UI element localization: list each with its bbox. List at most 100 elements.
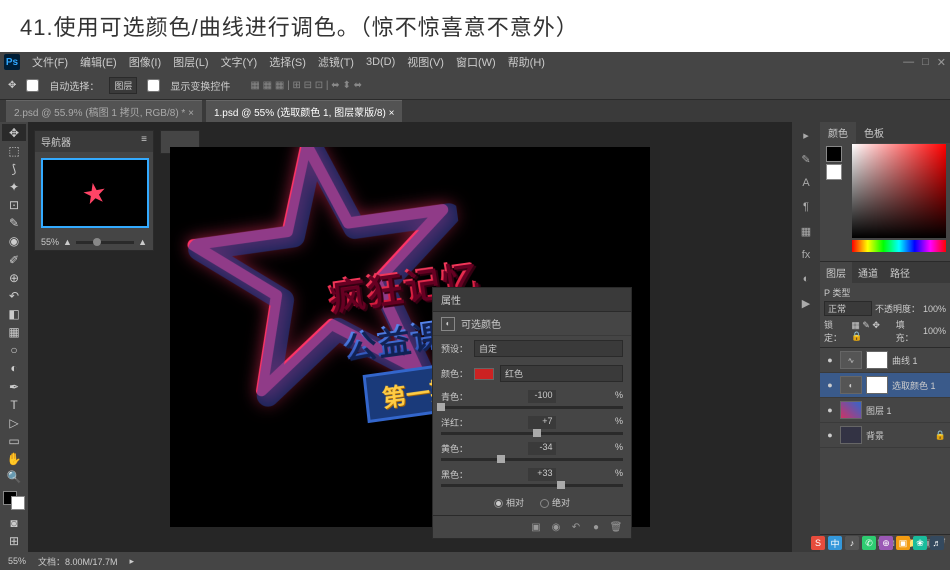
adjust-icon[interactable]: ◐ bbox=[797, 270, 815, 288]
close-icon[interactable]: ✕ bbox=[937, 56, 946, 69]
channels-tab[interactable]: 通道 bbox=[852, 262, 884, 283]
bg-color[interactable] bbox=[826, 164, 842, 180]
hand-tool[interactable]: ✋ bbox=[2, 451, 26, 468]
slider-青色：[interactable]: 青色：-100% bbox=[433, 386, 631, 412]
swatches-tab[interactable]: 色板 bbox=[856, 122, 892, 143]
dodge-tool[interactable]: ◐ bbox=[2, 360, 26, 377]
tray-icon[interactable]: ⊕ bbox=[879, 536, 893, 550]
history-brush-tool[interactable]: ↶ bbox=[2, 287, 26, 304]
preset-dropdown[interactable]: 自定 bbox=[474, 340, 623, 357]
eraser-tool[interactable]: ◧ bbox=[2, 305, 26, 322]
stamp-tool[interactable]: ⊕ bbox=[2, 269, 26, 286]
heal-tool[interactable]: ◉ bbox=[2, 233, 26, 250]
visibility-icon[interactable]: ● bbox=[824, 380, 836, 390]
show-transform-check[interactable] bbox=[147, 79, 160, 92]
tray-icon[interactable]: S bbox=[811, 536, 825, 550]
menu-window[interactable]: 窗口(W) bbox=[456, 54, 496, 70]
zoom-in-icon[interactable]: ▲ bbox=[138, 237, 147, 247]
marquee-tool[interactable]: ⬚ bbox=[2, 142, 26, 159]
status-arrow-icon[interactable]: ▸ bbox=[130, 556, 135, 567]
brush-presets-icon[interactable]: ✎ bbox=[797, 150, 815, 168]
maximize-icon[interactable]: □ bbox=[922, 56, 929, 69]
blur-tool[interactable]: ○ bbox=[2, 342, 26, 359]
path-tool[interactable]: ▷ bbox=[2, 414, 26, 431]
eyedropper-tool[interactable]: ✎ bbox=[2, 215, 26, 232]
move-tool[interactable]: ✥ bbox=[2, 124, 26, 141]
tray-icon[interactable]: ▣ bbox=[896, 536, 910, 550]
history-icon[interactable]: ▸ bbox=[797, 126, 815, 144]
menu-file[interactable]: 文件(F) bbox=[32, 54, 68, 70]
menu-help[interactable]: 帮助(H) bbox=[508, 54, 545, 70]
blend-mode-dropdown[interactable]: 正常 bbox=[824, 301, 872, 316]
canvas[interactable]: 导航器≡ ★ 55% ▲ ▲ bbox=[28, 122, 792, 552]
color-tab[interactable]: 颜色 bbox=[820, 122, 856, 143]
layer-row[interactable]: ●∿曲线 1 bbox=[820, 348, 950, 373]
slider-黄色：[interactable]: 黄色：-34% bbox=[433, 438, 631, 464]
auto-select-dropdown[interactable]: 图层 bbox=[109, 77, 137, 94]
menu-edit[interactable]: 编辑(E) bbox=[80, 54, 117, 70]
menu-select[interactable]: 选择(S) bbox=[269, 54, 306, 70]
panel-menu-icon[interactable]: ≡ bbox=[141, 134, 147, 149]
gradient-tool[interactable]: ▦ bbox=[2, 324, 26, 341]
close-tab-icon[interactable]: × bbox=[389, 108, 395, 119]
zoom-out-icon[interactable]: ▲ bbox=[63, 237, 72, 247]
menu-3d[interactable]: 3D(D) bbox=[366, 56, 395, 68]
swatches-icon[interactable]: ▦ bbox=[797, 222, 815, 240]
doc-tab-1[interactable]: 2.psd @ 55.9% (稿图 1 拷贝, RGB/8) * × bbox=[6, 100, 202, 122]
color-dropdown[interactable]: 红色 bbox=[500, 365, 623, 382]
visibility-icon[interactable]: ● bbox=[824, 430, 836, 440]
menu-image[interactable]: 图像(I) bbox=[129, 54, 161, 70]
actions-icon[interactable]: ▶ bbox=[797, 294, 815, 312]
layer-row[interactable]: ●图层 1 bbox=[820, 398, 950, 423]
radio-absolute[interactable]: 绝对 bbox=[540, 496, 570, 509]
shape-tool[interactable]: ▭ bbox=[2, 432, 26, 449]
menu-type[interactable]: 文字(Y) bbox=[221, 54, 258, 70]
paths-tab[interactable]: 路径 bbox=[884, 262, 916, 283]
slider-洋红：[interactable]: 洋红：+7% bbox=[433, 412, 631, 438]
char-icon[interactable]: A bbox=[797, 174, 815, 192]
close-tab-icon[interactable]: × bbox=[188, 108, 194, 119]
visibility-icon[interactable]: ● bbox=[824, 355, 836, 365]
move-tool-icon[interactable]: ✥ bbox=[8, 80, 16, 91]
screenmode-tool[interactable]: ⊞ bbox=[2, 533, 26, 550]
menu-layer[interactable]: 图层(L) bbox=[173, 54, 208, 70]
slider-黑色：[interactable]: 黑色：+33% bbox=[433, 464, 631, 490]
nav-zoom-slider[interactable] bbox=[76, 241, 134, 244]
trash-icon[interactable]: 🗑 bbox=[609, 520, 623, 534]
clip-icon[interactable]: ▣ bbox=[529, 520, 543, 534]
zoom-tool[interactable]: 🔍 bbox=[2, 469, 26, 486]
auto-select-check[interactable] bbox=[26, 79, 39, 92]
status-zoom[interactable]: 55% bbox=[8, 556, 26, 566]
view-icon[interactable]: ◉ bbox=[549, 520, 563, 534]
para-icon[interactable]: ¶ bbox=[797, 198, 815, 216]
color-swatches[interactable] bbox=[3, 491, 25, 510]
menu-view[interactable]: 视图(V) bbox=[407, 54, 444, 70]
doc-tab-2[interactable]: 1.psd @ 55% (选取颜色 1, 图层蒙版/8) × bbox=[206, 100, 403, 122]
color-field[interactable] bbox=[852, 144, 946, 238]
brush-tool[interactable]: ✐ bbox=[2, 251, 26, 268]
fill-value[interactable]: 100% bbox=[923, 326, 946, 336]
hue-strip[interactable] bbox=[852, 240, 946, 252]
lock-icons[interactable]: ▦ ✎ ✥ 🔒 bbox=[851, 320, 889, 342]
layer-row[interactable]: ●◐选取颜色 1 bbox=[820, 373, 950, 398]
tray-icon[interactable]: ♬ bbox=[930, 536, 944, 550]
nav-zoom-value[interactable]: 55% bbox=[41, 237, 59, 247]
opacity-value[interactable]: 100% bbox=[923, 304, 946, 314]
type-tool[interactable]: T bbox=[2, 396, 26, 413]
pen-tool[interactable]: ✒ bbox=[2, 378, 26, 395]
minimize-icon[interactable]: — bbox=[903, 56, 914, 69]
tray-icon[interactable]: ✆ bbox=[862, 536, 876, 550]
crop-tool[interactable]: ⊡ bbox=[2, 197, 26, 214]
layer-row[interactable]: ●背景🔒 bbox=[820, 423, 950, 448]
reset-icon[interactable]: ↶ bbox=[569, 520, 583, 534]
layers-tab[interactable]: 图层 bbox=[820, 262, 852, 283]
ps-logo[interactable]: Ps bbox=[4, 54, 20, 70]
menu-filter[interactable]: 滤镜(T) bbox=[318, 54, 354, 70]
fg-color[interactable] bbox=[826, 146, 842, 162]
navigator-thumb[interactable]: ★ bbox=[41, 158, 149, 228]
wand-tool[interactable]: ✦ bbox=[2, 178, 26, 195]
quickmask-tool[interactable]: ◙ bbox=[2, 515, 26, 532]
radio-relative[interactable]: 相对 bbox=[494, 496, 524, 509]
visibility-icon[interactable]: ● bbox=[589, 520, 603, 534]
lasso-tool[interactable]: ⟆ bbox=[2, 160, 26, 177]
